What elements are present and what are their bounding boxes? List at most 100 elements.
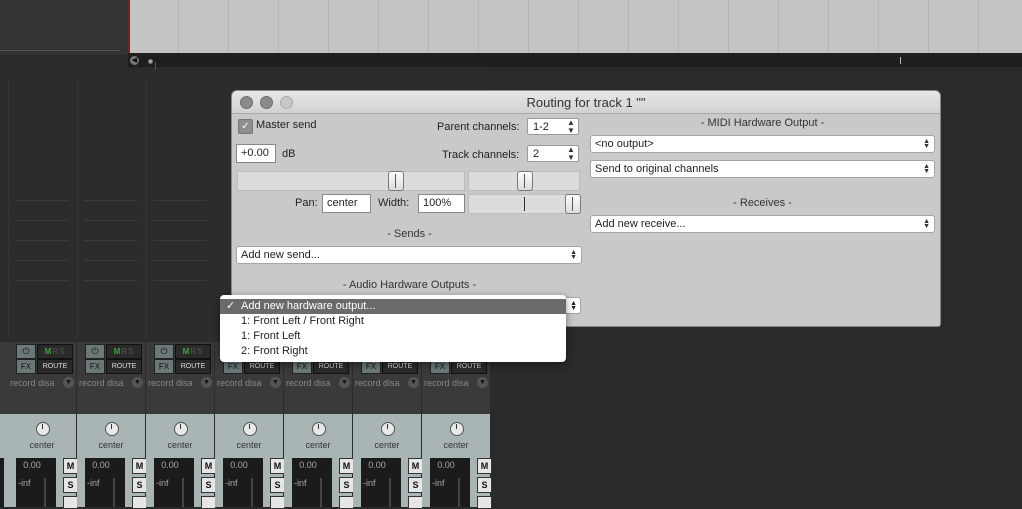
master-send-checkbox[interactable]: ✓ [238, 119, 253, 134]
grid-line [978, 0, 979, 53]
record-mode-dropdown[interactable]: record disa ▼ [148, 376, 212, 390]
fader-track[interactable] [458, 478, 460, 507]
solo-button[interactable]: S [477, 477, 492, 493]
title-bar[interactable]: Routing for track 1 "" [232, 91, 940, 114]
menu-item-front-left[interactable]: 1: Front Left [220, 329, 566, 344]
hardware-output-menu: ✓ Add new hardware output... 1: Front Le… [220, 295, 566, 362]
pan-slider-thumb[interactable] [517, 171, 533, 191]
mute-button[interactable]: M [270, 458, 285, 474]
pan-knob[interactable] [450, 422, 464, 436]
volume-slider-thumb[interactable] [388, 171, 404, 191]
window-title: Routing for track 1 "" [526, 95, 646, 110]
midi-output-dropdown[interactable]: <no output> ▲ ▼ [590, 135, 935, 153]
pan-slider[interactable] [468, 171, 580, 191]
fader-track[interactable] [182, 478, 184, 507]
fader-track[interactable] [251, 478, 253, 507]
scroll-thumb[interactable] [148, 59, 156, 76]
grid-line [528, 0, 529, 53]
dropdown-arrows-icon: ▲ ▼ [923, 218, 930, 230]
solo-button[interactable]: S [201, 477, 216, 493]
grid-line [578, 0, 579, 53]
mixer-strip-bg [146, 80, 213, 340]
solo-button[interactable]: S [63, 477, 78, 493]
phase-button[interactable] [132, 496, 147, 509]
pan-knob[interactable] [174, 422, 188, 436]
add-send-dropdown[interactable]: Add new send... ▲ ▼ [236, 246, 582, 264]
mute-button[interactable]: M [408, 458, 423, 474]
chevron-down-icon: ▼ [270, 377, 281, 388]
width-slider-thumb[interactable] [565, 194, 581, 214]
hardware-output-dropdown[interactable]: ▲ ▼ [566, 297, 581, 314]
phase-button[interactable] [339, 496, 354, 509]
menu-item-label: 1: Front Left [241, 330, 301, 342]
record-mode-dropdown[interactable]: record disa ▼ [286, 376, 350, 390]
phase-button[interactable] [201, 496, 216, 509]
routing-window: Routing for track 1 "" ✓ Master send Par… [232, 91, 940, 326]
mute-button[interactable]: M [477, 458, 492, 474]
menu-item-add-hardware-output[interactable]: ✓ Add new hardware output... [220, 299, 566, 314]
menu-item-front-right[interactable]: 2: Front Right [220, 344, 566, 359]
power-icon[interactable]: ⏻ [85, 344, 105, 359]
phase-button[interactable] [408, 496, 423, 509]
route-button[interactable]: ROUTE [37, 359, 73, 374]
fader-track[interactable] [389, 478, 391, 507]
fx-button[interactable]: FX [85, 359, 105, 374]
record-mode-dropdown[interactable]: record disa ▼ [355, 376, 419, 390]
mixer-strip: ⏻FXMRSROUTE record disa ▼ center 0.00 -inf MS [8, 342, 78, 509]
route-button[interactable]: ROUTE [106, 359, 142, 374]
parent-channels-spinner[interactable]: 1-2 ▲ ▼ [527, 118, 579, 135]
fader-track[interactable] [44, 478, 46, 507]
solo-button[interactable]: S [270, 477, 285, 493]
width-slider[interactable] [468, 194, 581, 214]
mrs-indicator[interactable]: MRS [175, 344, 211, 359]
record-mode-dropdown[interactable]: record disa ▼ [424, 376, 488, 390]
route-button[interactable]: ROUTE [175, 359, 211, 374]
horizontal-scrollbar[interactable]: ◀ [128, 53, 1022, 76]
mrs-indicator[interactable]: MRS [106, 344, 142, 359]
grid-line [428, 0, 429, 53]
arrange-view[interactable] [128, 0, 1022, 53]
dropdown-arrows-icon: ▲ ▼ [923, 138, 930, 150]
power-icon[interactable]: ⏻ [154, 344, 174, 359]
phase-button[interactable] [63, 496, 78, 509]
master-volume-input[interactable]: +0.00 [236, 144, 276, 163]
volume-slider[interactable] [237, 171, 465, 191]
grid-line [228, 0, 229, 53]
power-icon[interactable]: ⏻ [16, 344, 36, 359]
phase-button[interactable] [477, 496, 492, 509]
track-channels-spinner[interactable]: 2 ▲ ▼ [527, 145, 579, 162]
record-mode-dropdown[interactable]: record disa ▼ [79, 376, 143, 390]
fx-button[interactable]: FX [16, 359, 36, 374]
mute-button[interactable]: M [201, 458, 216, 474]
add-receive-dropdown[interactable]: Add new receive... ▲ ▼ [590, 215, 935, 233]
pan-knob[interactable] [36, 422, 50, 436]
pan-knob[interactable] [312, 422, 326, 436]
solo-button[interactable]: S [339, 477, 354, 493]
pan-knob[interactable] [105, 422, 119, 436]
solo-button[interactable]: S [408, 477, 423, 493]
pan-knob[interactable] [381, 422, 395, 436]
mrs-indicator[interactable]: MRS [37, 344, 73, 359]
chevron-down-icon: ▼ [477, 377, 488, 388]
strip-lower: center 0.00 -inf M S [284, 414, 354, 509]
fx-button[interactable]: FX [154, 359, 174, 374]
menu-item-front-left-right[interactable]: 1: Front Left / Front Right [220, 314, 566, 329]
mute-button[interactable]: M [339, 458, 354, 474]
pan-knob[interactable] [243, 422, 257, 436]
pan-input[interactable]: center [322, 194, 371, 213]
midi-channel-mode-dropdown[interactable]: Send to original channels ▲ ▼ [590, 160, 935, 178]
scroll-left-icon[interactable]: ◀ [130, 56, 139, 65]
peak-value: -inf [225, 478, 238, 488]
record-mode-dropdown[interactable]: record disa ▼ [217, 376, 281, 390]
record-mode-dropdown[interactable]: record disa ▼ [10, 376, 74, 390]
width-input[interactable]: 100% [418, 194, 465, 213]
solo-button[interactable]: S [132, 477, 147, 493]
mute-button[interactable]: M [63, 458, 78, 474]
phase-button[interactable] [270, 496, 285, 509]
add-receive-label: Add new receive... [595, 218, 686, 230]
pan-value: center [374, 440, 400, 450]
fader-track[interactable] [320, 478, 322, 507]
fader-track[interactable] [113, 478, 115, 507]
mute-button[interactable]: M [132, 458, 147, 474]
add-send-label: Add new send... [241, 249, 320, 261]
